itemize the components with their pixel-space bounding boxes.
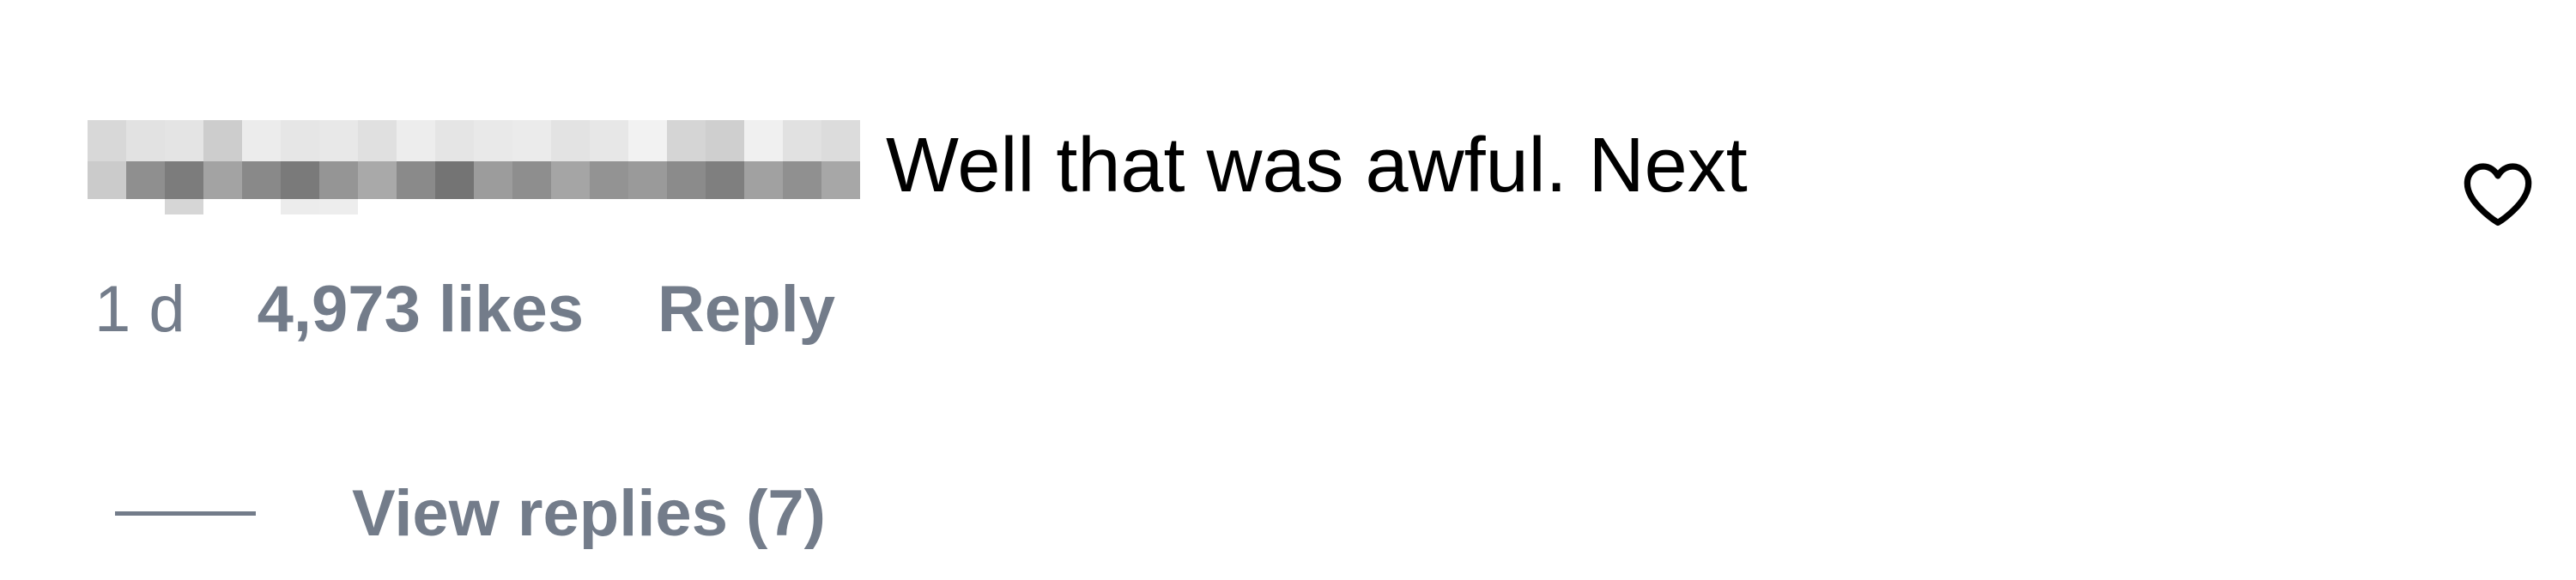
heart-outline-icon bbox=[2464, 163, 2532, 227]
like-button[interactable] bbox=[2460, 160, 2536, 228]
reply-button[interactable]: Reply bbox=[658, 272, 835, 347]
comment-timestamp[interactable]: 1 d bbox=[94, 272, 185, 347]
comment-meta: 1 d 4,973 likes Reply bbox=[94, 266, 835, 352]
redacted-username[interactable] bbox=[88, 120, 860, 214]
view-replies-label: View replies (7) bbox=[352, 476, 826, 550]
replies-divider-line bbox=[115, 511, 256, 516]
comment-item: Well that was awful. Next 1 d 4,973 like… bbox=[0, 0, 2576, 580]
likes-count[interactable]: 4,973 likes bbox=[258, 272, 584, 347]
view-replies-button[interactable]: View replies (7) bbox=[115, 470, 826, 556]
comment-text: Well that was awful. Next bbox=[886, 123, 1748, 208]
